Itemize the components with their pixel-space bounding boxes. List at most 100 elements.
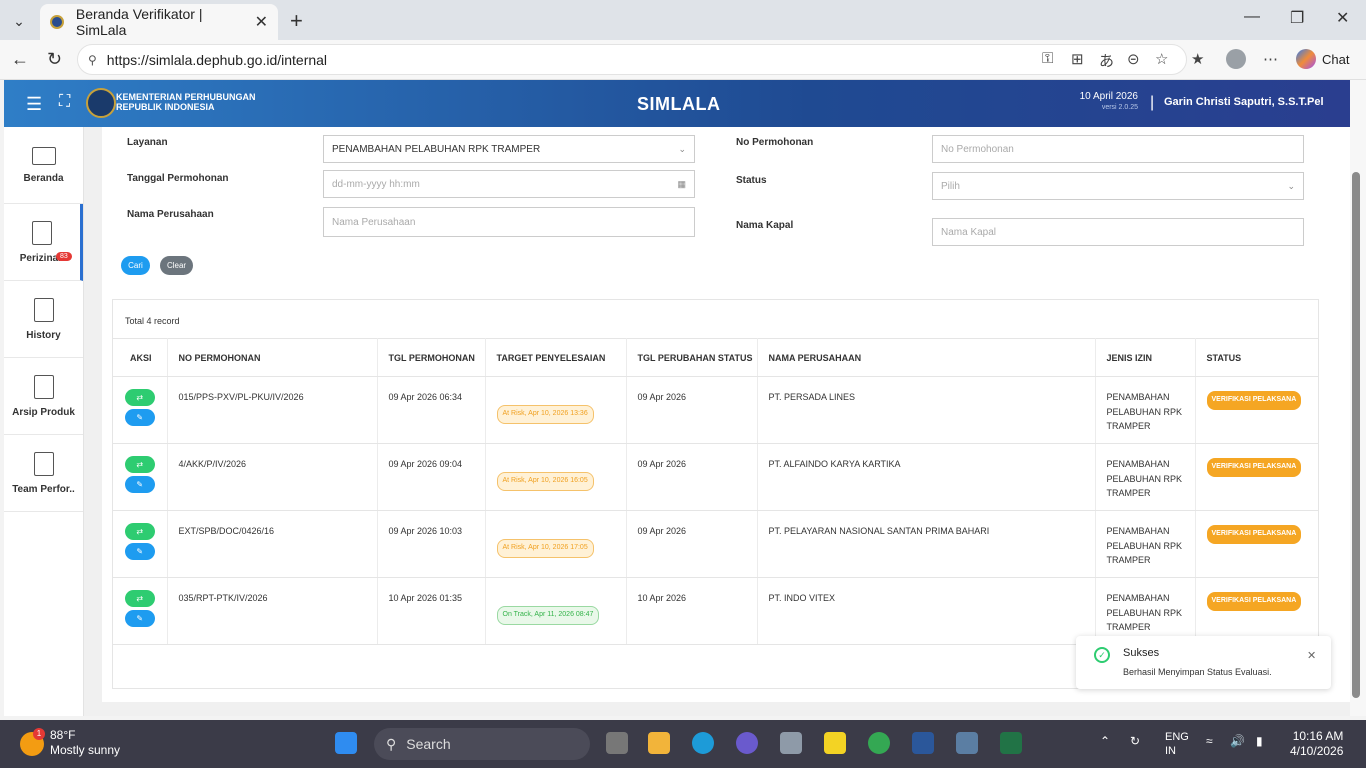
wifi-icon[interactable]: ≈ (1206, 734, 1213, 748)
tanggal-permohonan-input[interactable]: dd-mm-yyyy hh:mm ▦ (323, 170, 695, 198)
start-windows-icon[interactable] (335, 732, 357, 754)
chrome-icon[interactable] (868, 732, 890, 754)
header-separator: | (1150, 94, 1155, 111)
new-tab-plus-icon[interactable]: + (290, 8, 303, 34)
sidebar-item-arsip-produk[interactable]: Arsip Produk (4, 358, 83, 435)
layanan-value: PENAMBAHAN PELABUHAN RPK TRAMPER (332, 143, 541, 155)
nama-kapal-placeholder: Nama Kapal (941, 226, 997, 238)
status-cell: VERIFIKASI PELAKSANA (1195, 376, 1318, 444)
browser-tab[interactable]: Beranda Verifikator | SimLala ✕ (40, 4, 278, 40)
translate-icon[interactable]: あ (1099, 50, 1114, 71)
calculator-icon[interactable] (956, 732, 978, 754)
site-favicon-icon (50, 15, 64, 29)
target-pill: At Risk, Apr 10, 2026 13:36 (496, 405, 594, 424)
file-explorer-icon[interactable] (648, 732, 670, 754)
sidebar-item-perizinan[interactable]: Perizinan 83 (4, 204, 83, 281)
favorite-star-icon[interactable]: ☆ (1155, 50, 1168, 68)
column-header: NO PERMOHONAN (167, 338, 378, 377)
language-indicator[interactable]: ENG IN (1165, 730, 1189, 758)
minimize-icon[interactable]: — (1244, 8, 1260, 26)
volume-icon[interactable]: 🔊 (1230, 734, 1245, 748)
transfer-button[interactable]: ⇄ (124, 389, 155, 406)
action-cell: ⇄ ✎ (113, 510, 168, 578)
org-name: KEMENTERIAN PERHUBUNGAN REPUBLIK INDONES… (116, 92, 256, 112)
taskbar-search[interactable]: ⚲ Search (374, 728, 590, 760)
sidebar-item-label: Beranda (23, 172, 64, 184)
target-cell: At Risk, Apr 10, 2026 13:36 (485, 376, 627, 444)
tab-list-chevron-icon[interactable]: ⌄ (6, 8, 32, 34)
menu-hamburger-icon[interactable]: ☰ (26, 94, 42, 115)
chat-label: Chat (1322, 51, 1350, 67)
nama-kapal-input[interactable]: Nama Kapal (932, 218, 1304, 246)
zoom-out-icon[interactable]: ⊝ (1127, 50, 1140, 68)
layanan-select[interactable]: PENAMBAHAN PELABUHAN RPK TRAMPER ⌄ (323, 135, 695, 163)
copilot-app-icon[interactable] (736, 732, 758, 754)
scrollbar-thumb[interactable] (1352, 172, 1360, 698)
more-options-icon[interactable]: ⋯ (1263, 50, 1278, 68)
refresh-icon[interactable]: ↻ (47, 49, 62, 70)
status-cell: VERIFIKASI PELAKSANA (1195, 443, 1318, 511)
toast-message: Berhasil Menyimpan Status Evaluasi. (1123, 667, 1272, 677)
jenis-izin-cell: PENAMBAHAN PELABUHAN RPK TRAMPER (1095, 510, 1196, 578)
edge-browser-icon[interactable] (692, 732, 714, 754)
edit-button[interactable]: ✎ (124, 610, 155, 627)
monitor-icon (31, 146, 56, 165)
copilot-icon (1296, 49, 1316, 69)
url-field[interactable]: ⚲ https://simlala.dephub.go.id/internal (77, 44, 1187, 75)
excel-icon[interactable] (1000, 732, 1022, 754)
transfer-button[interactable]: ⇄ (124, 456, 155, 473)
tgl-permohonan-cell: 09 Apr 2026 09:04 (377, 443, 486, 511)
edit-button[interactable]: ✎ (124, 543, 155, 560)
camera-app-icon[interactable] (780, 732, 802, 754)
perusahaan-cell: PT. ALFAINDO KARYA KARTIKA (757, 443, 1096, 511)
table-row: ⇄ ✎ 015/PPS-PXV/PL-PKU/IV/2026 09 Apr 20… (113, 376, 1318, 444)
nama-perusahaan-input[interactable]: Nama Perusahaan (323, 207, 695, 237)
table-row: ⇄ ✎ EXT/SPB/DOC/0426/16 09 Apr 2026 10:0… (113, 510, 1318, 578)
toast-close-icon[interactable]: ✕ (1307, 649, 1316, 662)
password-key-icon[interactable]: ⚿ (1042, 50, 1053, 67)
sidebar-item-team-performance[interactable]: Team Perfor.. (4, 435, 83, 512)
no-permohonan-label: No Permohonan (736, 137, 814, 148)
window-close-icon[interactable]: ✕ (1336, 8, 1349, 28)
tab-close-icon[interactable]: ✕ (255, 12, 268, 32)
transfer-button[interactable]: ⇄ (124, 590, 155, 607)
system-clock[interactable]: 10:16 AM 4/10/2026 (1290, 729, 1343, 759)
url-text: https://simlala.dephub.go.id/internal (106, 51, 328, 68)
sync-icon[interactable]: ↻ (1130, 734, 1140, 748)
restore-icon[interactable]: ❐ (1290, 8, 1304, 28)
check-circle-icon: ✓ (1094, 647, 1110, 663)
cari-button[interactable]: Cari (121, 256, 150, 275)
word-icon[interactable] (912, 732, 934, 754)
status-label: Status (736, 175, 767, 186)
tab-title: Beranda Verifikator | SimLala (75, 6, 203, 38)
status-select[interactable]: Pilih ⌄ (932, 172, 1304, 200)
edit-button[interactable]: ✎ (124, 409, 155, 426)
sidebar-item-beranda[interactable]: Beranda (4, 127, 83, 204)
tgl-status-cell: 09 Apr 2026 (626, 376, 758, 444)
clear-button[interactable]: Clear (160, 256, 193, 275)
transfer-button[interactable]: ⇄ (124, 523, 155, 540)
battery-icon[interactable]: ▮ (1256, 734, 1263, 748)
favorites-list-icon[interactable]: ★ (1191, 50, 1204, 68)
fullscreen-icon[interactable]: ⛶ (59, 93, 70, 111)
no-permohonan-cell: 015/PPS-PXV/PL-PKU/IV/2026 (167, 376, 378, 444)
calendar-icon[interactable]: ▦ (677, 179, 686, 190)
no-permohonan-input[interactable]: No Permohonan (932, 135, 1304, 163)
edit-button[interactable]: ✎ (124, 476, 155, 493)
task-view-icon[interactable] (606, 732, 628, 754)
site-info-icon[interactable]: ⚲ (88, 53, 97, 67)
status-badge: VERIFIKASI PELAKSANA (1206, 525, 1302, 544)
profile-avatar[interactable] (1226, 49, 1246, 69)
back-arrow-icon[interactable]: ← (11, 49, 29, 70)
chevron-up-icon[interactable]: ⌃ (1100, 734, 1110, 748)
apps-icon[interactable]: ⊞ (1071, 50, 1084, 68)
sticky-notes-icon[interactable] (824, 732, 846, 754)
sidebar-item-history[interactable]: History (4, 281, 83, 358)
chat-button[interactable]: Chat (1296, 49, 1349, 69)
target-pill: On Track, Apr 11, 2026 08:47 (496, 606, 600, 625)
status-badge: VERIFIKASI PELAKSANA (1206, 391, 1302, 410)
document-icon (32, 220, 52, 245)
user-name[interactable]: Garin Christi Saputri, S.S.T.Pel (1164, 96, 1324, 108)
lang-line-1: ENG (1165, 731, 1189, 743)
search-label: Search (406, 736, 451, 752)
